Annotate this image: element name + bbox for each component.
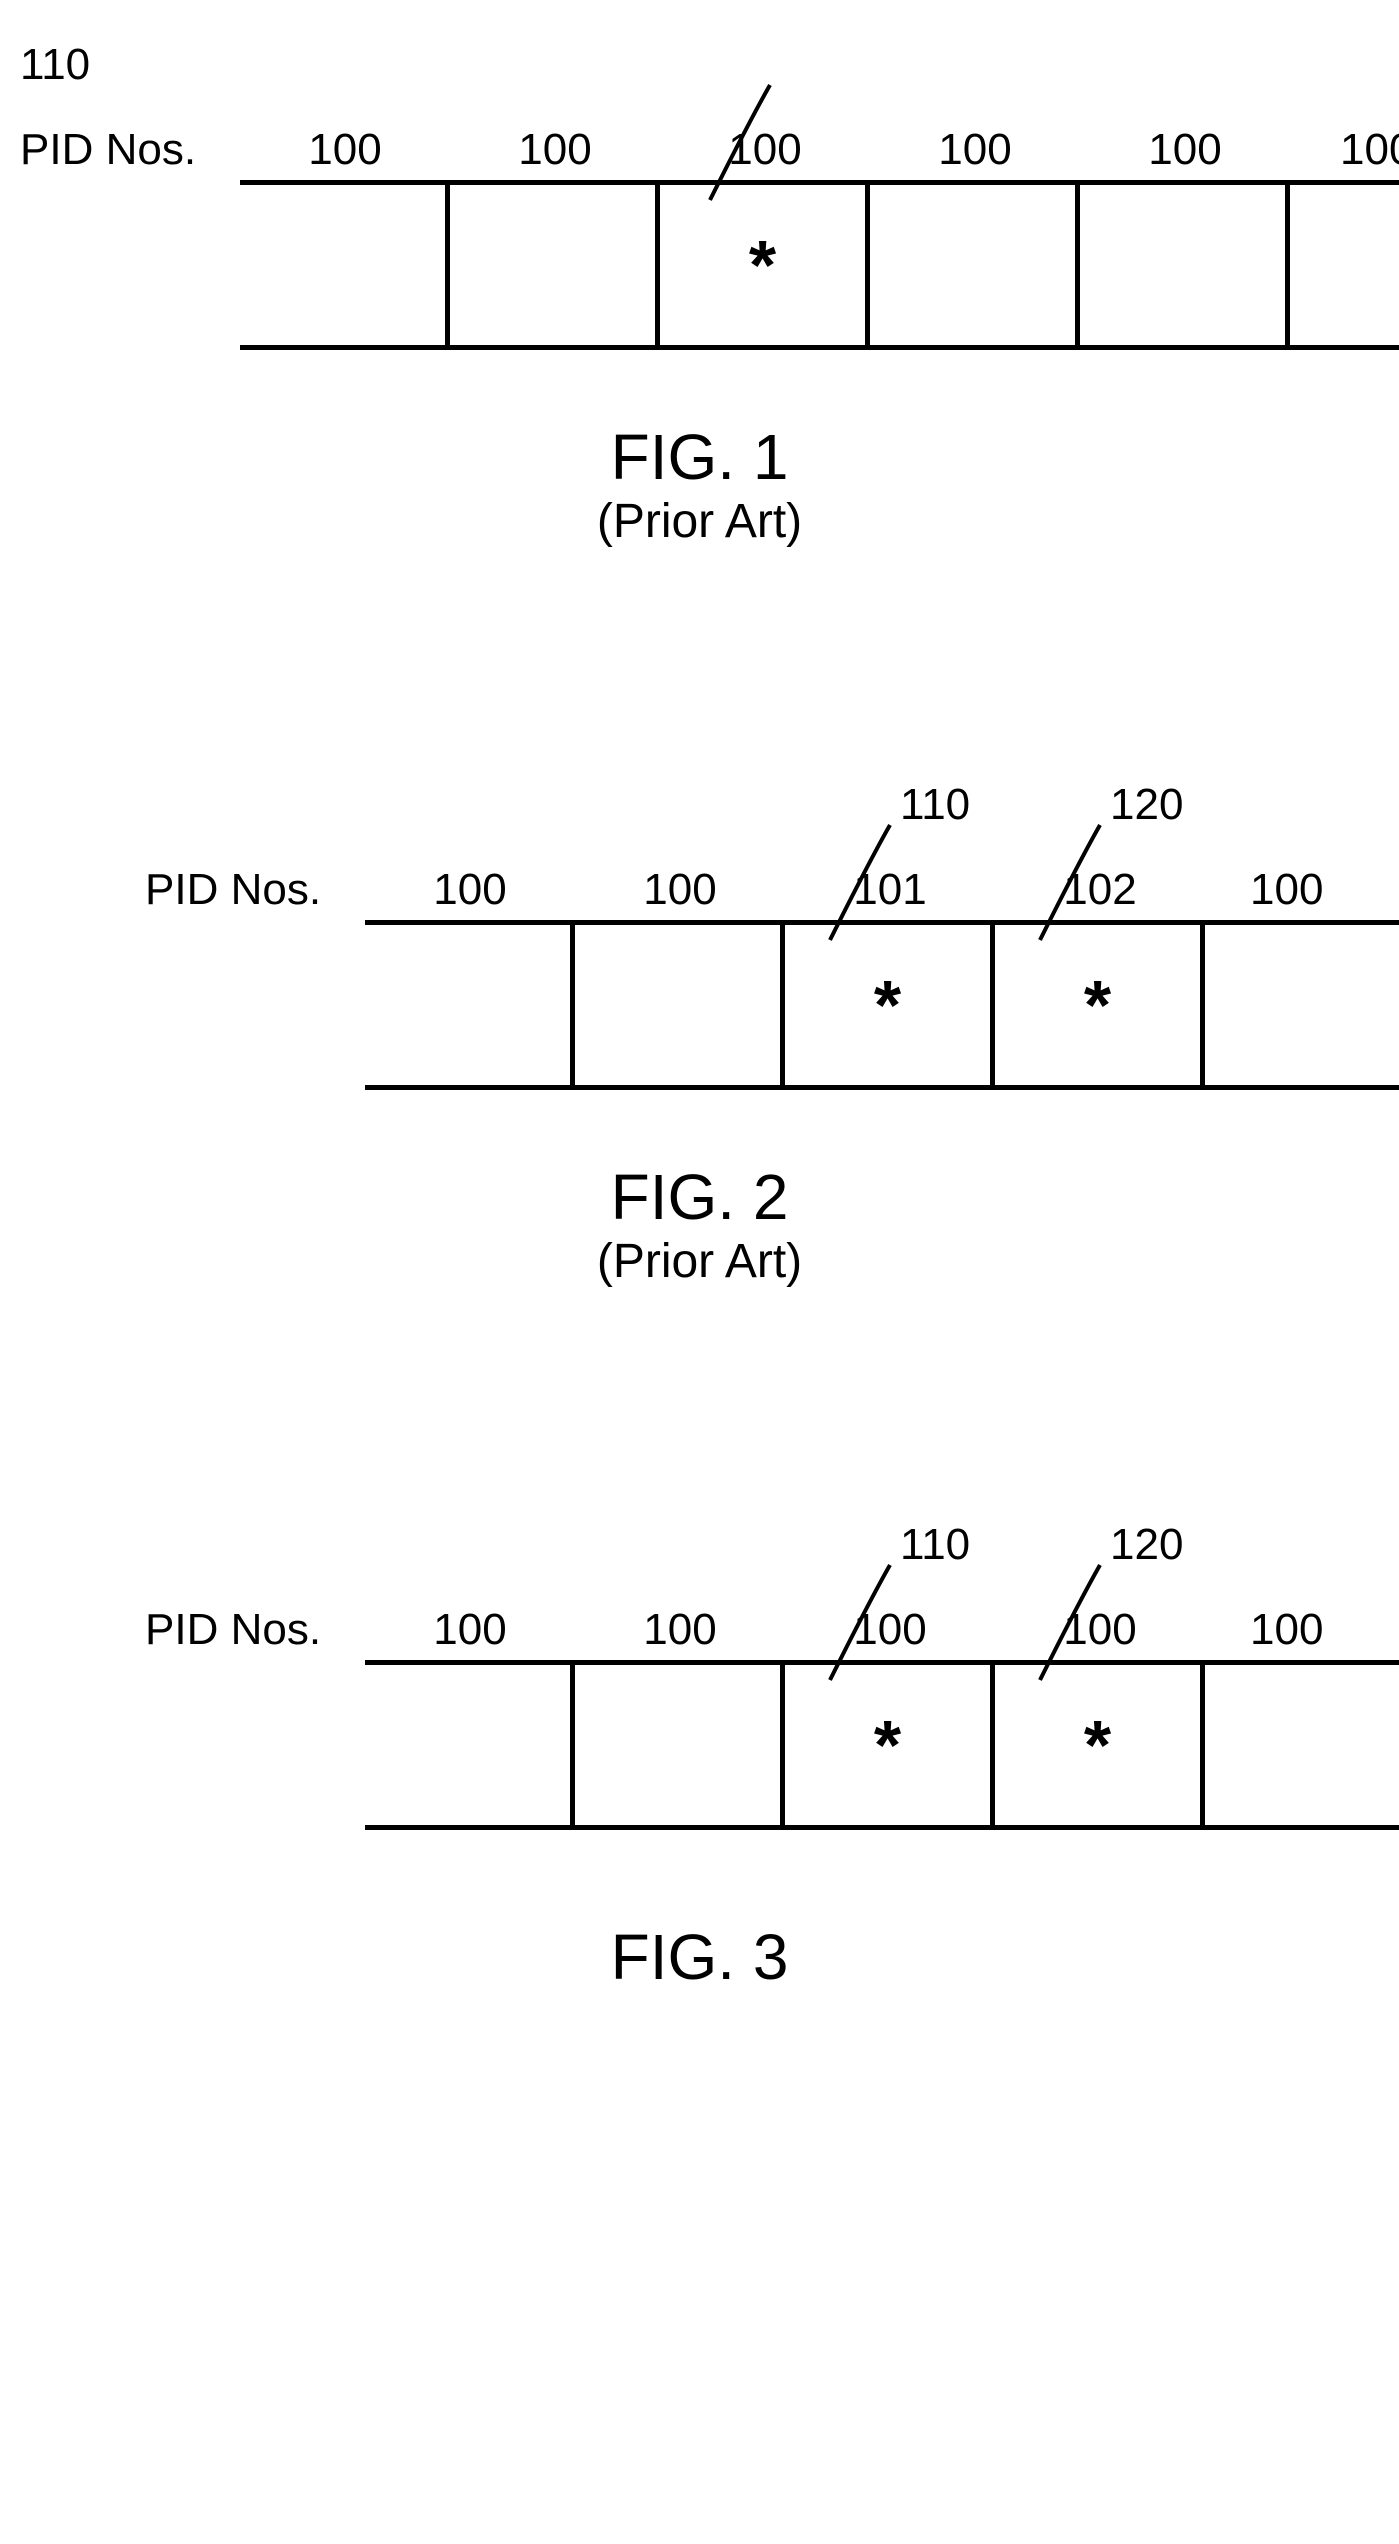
packet-boxes: * — [240, 180, 1399, 350]
pid-label: 100 — [365, 865, 575, 915]
callout-110: 110 — [900, 780, 970, 830]
pid-label: 100 — [660, 125, 870, 175]
pid-label: 100 — [1080, 125, 1290, 175]
packet-box: * — [785, 1665, 995, 1825]
pid-label: 100 — [995, 1605, 1205, 1655]
packet-boxes: * * — [365, 1660, 1399, 1830]
packet-box: * — [995, 1665, 1205, 1825]
pid-label: 100 — [365, 1605, 575, 1655]
packet-box: * — [785, 925, 995, 1085]
pid-label: 100 — [450, 125, 660, 175]
packet-box: * — [660, 185, 870, 345]
packet-boxes: * * — [365, 920, 1399, 1090]
packet-box — [365, 1665, 575, 1825]
star-marker: * — [749, 230, 776, 300]
pid-label: 100 — [1205, 865, 1399, 915]
callout-120: 120 — [1110, 780, 1183, 830]
packet-box — [575, 925, 785, 1085]
packet-box — [1290, 185, 1399, 345]
figure-1: PID Nos. 110 100 100 100 100 100 100 * F… — [20, 40, 1379, 600]
pid-row-label: PID Nos. — [145, 865, 321, 915]
callout-110: 110 — [20, 40, 90, 90]
star-marker: * — [1084, 970, 1111, 1040]
pid-label: 100 — [240, 125, 450, 175]
pid-row-label: PID Nos. — [20, 125, 196, 175]
pid-label: 100 — [1205, 1605, 1399, 1655]
pid-row: 100 100 101 102 100 — [365, 865, 1399, 915]
figure-subtitle: (Prior Art) — [20, 1234, 1379, 1289]
packet-box — [575, 1665, 785, 1825]
pid-label: 100 — [1290, 125, 1399, 175]
pid-label: 100 — [575, 865, 785, 915]
packet-box — [1205, 1665, 1399, 1825]
figure-subtitle: (Prior Art) — [20, 494, 1379, 549]
pid-row: 100 100 100 100 100 100 — [240, 125, 1399, 175]
figure-2: PID Nos. 110 120 100 100 101 102 100 * *… — [20, 780, 1379, 1340]
callout-120: 120 — [1110, 1520, 1183, 1570]
packet-box — [1205, 925, 1399, 1085]
pid-label: 100 — [575, 1605, 785, 1655]
star-marker: * — [874, 970, 901, 1040]
pid-row-label: PID Nos. — [145, 1605, 321, 1655]
packet-box — [1080, 185, 1290, 345]
pid-row: 100 100 100 100 100 — [365, 1605, 1399, 1655]
figure-number: FIG. 1 — [20, 420, 1379, 494]
packet-box — [450, 185, 660, 345]
callout-110: 110 — [900, 1520, 970, 1570]
packet-box — [365, 925, 575, 1085]
pid-label: 102 — [995, 865, 1205, 915]
figure-caption: FIG. 3 — [20, 1920, 1379, 1994]
pid-label: 100 — [785, 1605, 995, 1655]
figure-number: FIG. 2 — [20, 1160, 1379, 1234]
star-marker: * — [1084, 1710, 1111, 1780]
figure-3: PID Nos. 110 120 100 100 100 100 100 * *… — [20, 1520, 1379, 2040]
packet-box — [240, 185, 450, 345]
pid-label: 101 — [785, 865, 995, 915]
figure-caption: FIG. 2 (Prior Art) — [20, 1160, 1379, 1289]
figure-number: FIG. 3 — [20, 1920, 1379, 1994]
pid-label: 100 — [870, 125, 1080, 175]
figure-caption: FIG. 1 (Prior Art) — [20, 420, 1379, 549]
packet-box — [870, 185, 1080, 345]
packet-box: * — [995, 925, 1205, 1085]
star-marker: * — [874, 1710, 901, 1780]
